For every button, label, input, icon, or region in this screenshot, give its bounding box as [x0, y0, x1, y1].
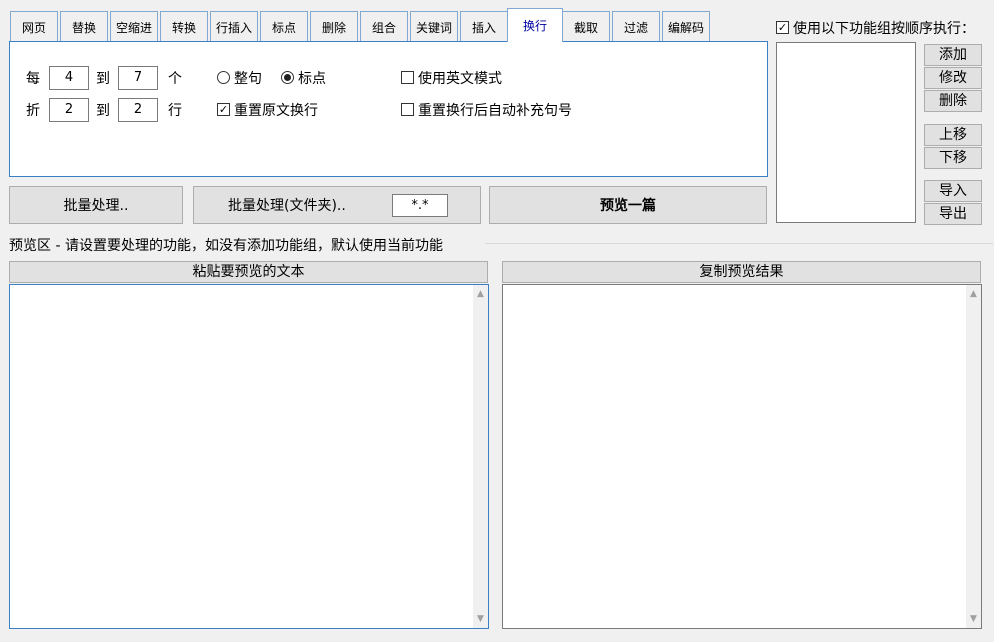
tab-punctuation[interactable]: 标点 [260, 11, 308, 42]
tab-delete[interactable]: 删除 [310, 11, 358, 42]
every-to-label: 到 [96, 71, 110, 87]
preview-group-line [485, 243, 993, 244]
tab-keyword[interactable]: 关键词 [410, 11, 458, 42]
unit-char-label: 个 [168, 71, 182, 87]
fold-label: 折 [26, 103, 40, 119]
batch-process-button[interactable]: 批量处理.. [9, 186, 183, 224]
radio-sentence-label: 整句 [234, 71, 262, 87]
tab-filter[interactable]: 过滤 [612, 11, 660, 42]
delete-group-button[interactable]: 删除 [924, 90, 982, 112]
move-down-button[interactable]: 下移 [924, 147, 982, 169]
source-scrollbar[interactable]: ▲ ▼ [473, 285, 488, 628]
source-text-area[interactable]: ▲ ▼ [9, 284, 489, 629]
check-mark-icon: ✓ [218, 103, 229, 116]
paste-preview-button[interactable]: 粘贴要预览的文本 [9, 261, 488, 283]
import-button[interactable]: 导入 [924, 180, 982, 202]
tab-indent[interactable]: 空缩进 [110, 11, 158, 42]
tab-replace[interactable]: 替换 [60, 11, 108, 42]
unit-line-label: 行 [168, 103, 182, 119]
use-groups-label: 使用以下功能组按顺序执行： [793, 21, 975, 37]
tab-webpage[interactable]: 网页 [10, 11, 58, 42]
tab-encode-decode[interactable]: 编解码 [662, 11, 710, 42]
fold-from-input[interactable]: 2 [49, 98, 89, 122]
english-mode-label: 使用英文模式 [418, 71, 502, 87]
reset-wrap-checkbox[interactable]: ✓ [217, 103, 230, 116]
scroll-up-icon[interactable]: ▲ [966, 287, 981, 301]
check-mark-icon: ✓ [777, 21, 788, 34]
auto-punct-checkbox[interactable] [401, 103, 414, 116]
every-to-input[interactable]: 7 [118, 66, 158, 90]
export-button[interactable]: 导出 [924, 203, 982, 225]
result-text-area[interactable]: ▲ ▼ [502, 284, 982, 629]
fold-to-label: 到 [96, 103, 110, 119]
preview-one-button[interactable]: 预览一篇 [489, 186, 767, 224]
auto-punct-label: 重置换行后自动补充句号 [418, 103, 572, 119]
line-break-panel: 每 4 到 7 个 折 2 到 2 行 整句 标点 ✓ 重置原文换行 使用英文模… [9, 41, 768, 177]
every-label: 每 [26, 71, 40, 87]
batch-folder-label: 批量处理(文件夹).. [228, 198, 346, 214]
tab-insert[interactable]: 插入 [460, 11, 508, 42]
filter-pattern-input[interactable]: *.* [392, 194, 448, 217]
add-group-button[interactable]: 添加 [924, 44, 982, 66]
reset-wrap-label: 重置原文换行 [234, 103, 318, 119]
tab-extract[interactable]: 截取 [562, 11, 610, 42]
move-up-button[interactable]: 上移 [924, 124, 982, 146]
use-groups-checkbox[interactable]: ✓ [776, 21, 789, 34]
copy-result-button[interactable]: 复制预览结果 [502, 261, 981, 283]
tab-line-insert[interactable]: 行插入 [210, 11, 258, 42]
every-from-input[interactable]: 4 [49, 66, 89, 90]
result-scrollbar[interactable]: ▲ ▼ [966, 285, 981, 628]
fold-to-input[interactable]: 2 [118, 98, 158, 122]
scroll-down-icon[interactable]: ▼ [473, 612, 488, 626]
function-group-list[interactable] [776, 42, 916, 223]
tab-line-break[interactable]: 换行 [507, 8, 563, 42]
radio-punctuation-label: 标点 [298, 71, 326, 87]
english-mode-checkbox[interactable] [401, 71, 414, 84]
preview-area-title: 预览区 - 请设置要处理的功能，如没有添加功能组，默认使用当前功能 [9, 238, 443, 254]
scroll-up-icon[interactable]: ▲ [473, 287, 488, 301]
tab-combine[interactable]: 组合 [360, 11, 408, 42]
scroll-down-icon[interactable]: ▼ [966, 612, 981, 626]
radio-sentence[interactable] [217, 71, 230, 84]
edit-group-button[interactable]: 修改 [924, 67, 982, 89]
radio-punctuation[interactable] [281, 71, 294, 84]
tab-convert[interactable]: 转换 [160, 11, 208, 42]
